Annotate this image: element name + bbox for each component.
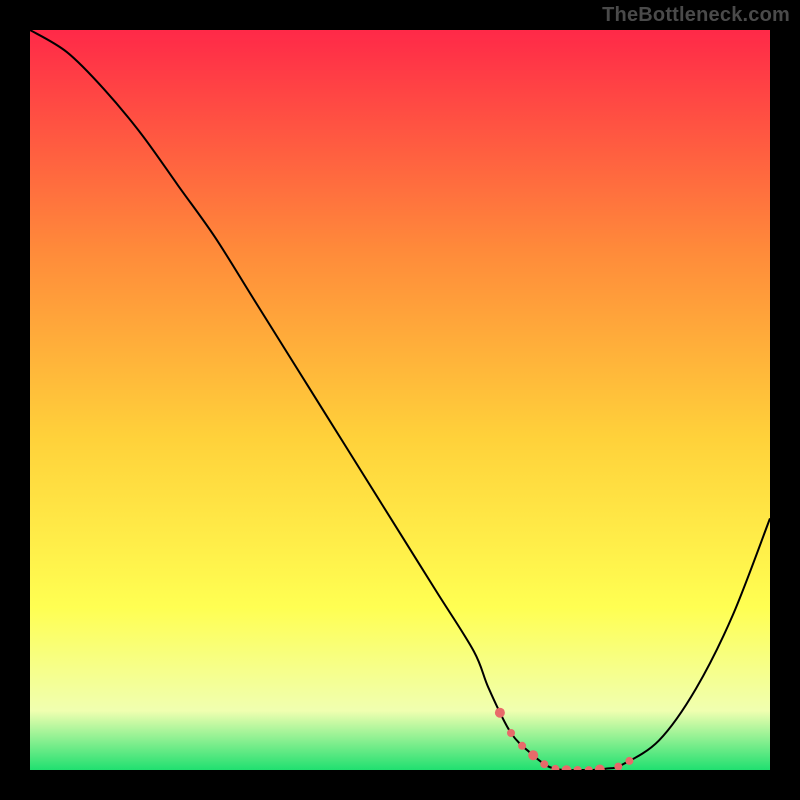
trough-marker xyxy=(540,760,548,768)
bottleneck-chart xyxy=(30,30,770,770)
trough-marker xyxy=(625,757,633,765)
chart-frame: TheBottleneck.com xyxy=(0,0,800,800)
trough-marker xyxy=(528,750,538,760)
trough-marker xyxy=(518,742,526,750)
trough-marker xyxy=(507,729,515,737)
trough-marker xyxy=(495,708,505,718)
watermark-text: TheBottleneck.com xyxy=(602,4,790,27)
gradient-background xyxy=(30,30,770,770)
